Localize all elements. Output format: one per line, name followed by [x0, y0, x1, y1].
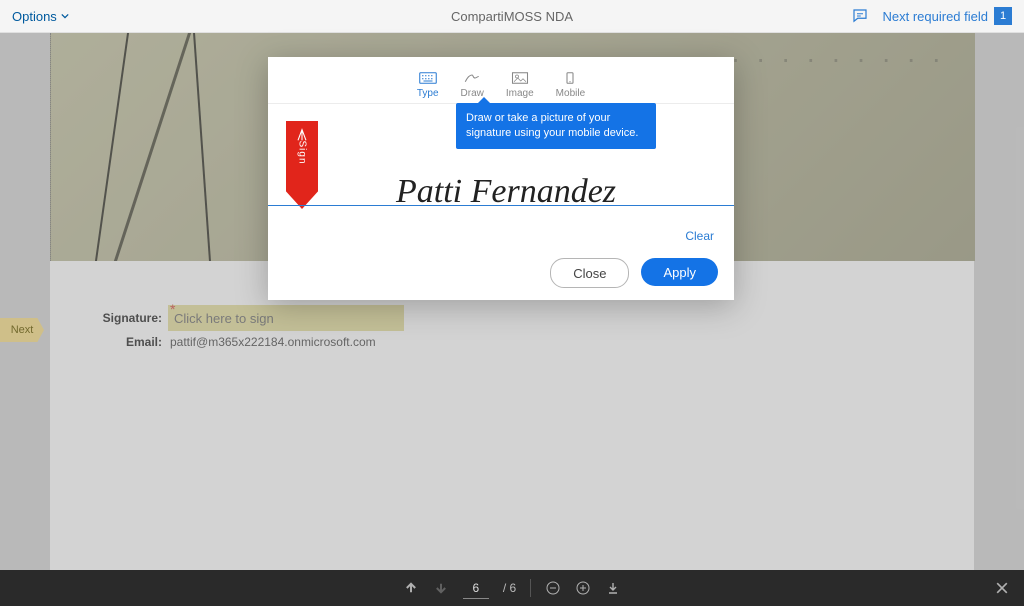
- apply-button[interactable]: Apply: [641, 258, 718, 286]
- close-button[interactable]: Close: [550, 258, 629, 288]
- options-label: Options: [12, 9, 57, 24]
- page-total-label: / 6: [503, 581, 516, 595]
- tab-mobile[interactable]: Mobile: [550, 68, 591, 101]
- image-icon: [511, 70, 529, 86]
- next-required-label: Next required field: [883, 9, 989, 24]
- next-required-field-link[interactable]: Next required field 1: [883, 7, 1013, 25]
- page-up-button[interactable]: [403, 580, 419, 596]
- page-number-input[interactable]: [463, 578, 489, 599]
- page-down-button: [433, 580, 449, 596]
- top-bar: Options CompartiMOSS NDA Next required f…: [0, 0, 1024, 33]
- keyboard-icon: [419, 70, 437, 86]
- document-title: CompartiMOSS NDA: [451, 9, 573, 24]
- tab-image-label: Image: [506, 88, 534, 99]
- clear-signature-link[interactable]: Clear: [685, 229, 714, 243]
- download-button[interactable]: [605, 580, 621, 596]
- tab-type-label: Type: [417, 88, 439, 99]
- signature-tabs: Type Draw Image Mobile: [268, 57, 734, 104]
- mobile-tooltip: Draw or take a picture of your signature…: [456, 103, 656, 149]
- next-required-count: 1: [994, 7, 1012, 25]
- tab-image[interactable]: Image: [500, 68, 540, 101]
- bottom-toolbar: / 6: [0, 570, 1024, 606]
- signature-underline: [268, 205, 734, 206]
- toolbar-divider: [530, 579, 531, 597]
- mobile-icon: [561, 70, 579, 86]
- pen-icon: [463, 70, 481, 86]
- document-area: · · · · · · · · · · · · · · · · Next Sig…: [0, 33, 1024, 571]
- sign-ribbon-label: Sign: [296, 140, 307, 164]
- tab-type[interactable]: Type: [411, 68, 445, 101]
- typed-signature-text: Patti Fernandez: [396, 175, 734, 209]
- tab-mobile-label: Mobile: [556, 88, 585, 99]
- signature-modal: Type Draw Image Mobile Draw or take a pi…: [268, 57, 734, 300]
- options-menu[interactable]: Options: [0, 9, 81, 24]
- typed-signature-area[interactable]: Patti Fernandez: [268, 175, 734, 209]
- zoom-in-button[interactable]: [575, 580, 591, 596]
- zoom-out-button[interactable]: [545, 580, 561, 596]
- close-toolbar-button[interactable]: [994, 580, 1010, 596]
- chevron-down-icon: [61, 12, 69, 20]
- modal-actions: Close Apply: [550, 258, 718, 288]
- speech-bubble-icon[interactable]: [851, 7, 869, 25]
